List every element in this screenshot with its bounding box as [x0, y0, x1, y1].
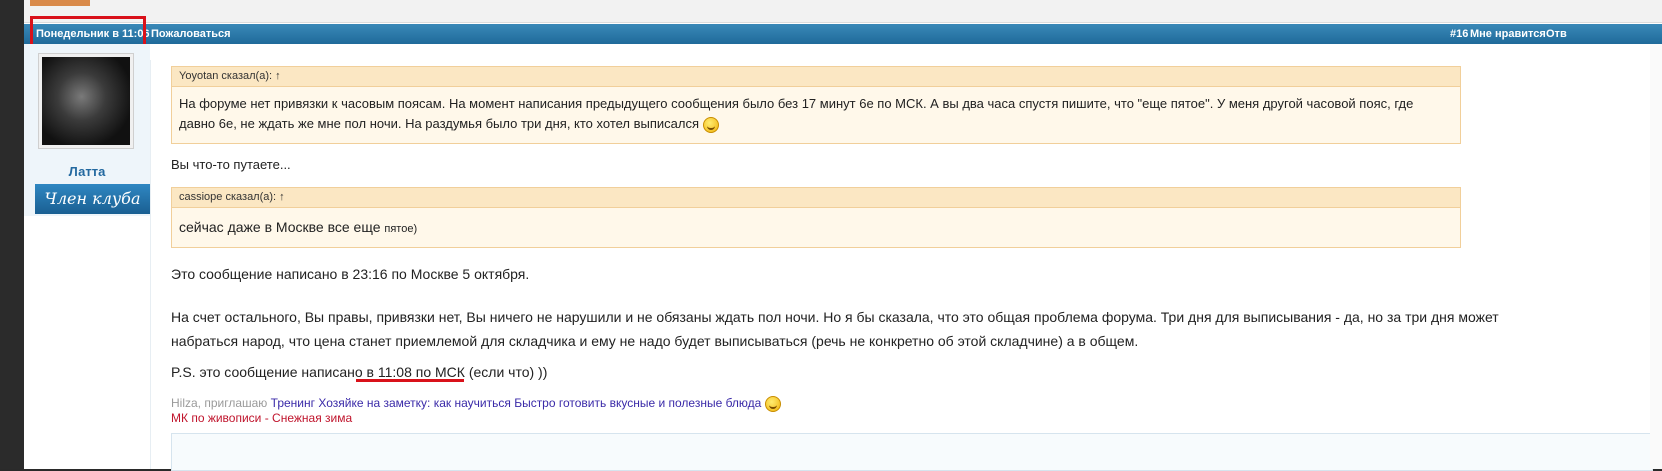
like-link[interactable]: Мне нравится [1470, 24, 1546, 44]
quote-body: сейчас даже в Москве все еще пятое) [172, 208, 1460, 248]
quote-text: сейчас даже в Москве все еще [179, 219, 381, 235]
signature-line: Hilza, приглашаю Тренинг Хозяйке на заме… [171, 396, 781, 412]
previous-post-bottom [24, 0, 1662, 23]
quote-text-small: пятое) [384, 223, 418, 235]
next-block [171, 433, 1653, 471]
smile-icon [702, 116, 719, 133]
window-left-edge [0, 0, 24, 469]
quote-header[interactable]: cassiope сказал(а): ↑ [172, 188, 1460, 208]
report-link[interactable]: Пожаловаться [151, 24, 231, 44]
message-line: Вы что-то путаете... [171, 157, 291, 172]
username[interactable]: Латта [24, 164, 150, 179]
quote-text: На форуме нет привязки к часовым поясам.… [179, 96, 1414, 131]
column-divider [150, 60, 151, 469]
post-number-link[interactable]: #16 [1450, 24, 1468, 44]
quote-block: Yoyotan сказал(а): ↑ На форуме нет привя… [171, 66, 1461, 144]
message-line: P.S. это сообщение написано в 11:08 по М… [171, 364, 548, 380]
avatar[interactable] [38, 53, 134, 149]
time-highlight-underline [356, 379, 464, 382]
reply-link[interactable]: Отв [1546, 24, 1567, 44]
message-line: Это сообщение написано в 23:16 по Москве… [171, 266, 530, 282]
right-edge [1650, 44, 1662, 469]
quote-block: cassiope сказал(а): ↑ сейчас даже в Моск… [171, 187, 1461, 248]
quote-header[interactable]: Yoyotan сказал(а): ↑ [172, 67, 1460, 87]
forum-page: Понедельник в 11:06 Пожаловаться #16 Мне… [0, 0, 1662, 471]
signature-link[interactable]: Тренинг Хозяйке на заметку: как научитьс… [271, 396, 762, 410]
date-highlight-box [30, 16, 146, 47]
previous-post-accent [30, 0, 90, 6]
message-paragraph: На счет остального, Вы правы, привязки н… [171, 309, 1499, 349]
user-rank-badge: Член клуба [35, 184, 150, 214]
avatar-image [42, 57, 130, 145]
quote-body: На форуме нет привязки к часовым поясам.… [172, 87, 1460, 141]
signature-link[interactable]: МК по живописи - Снежная зима [171, 411, 352, 425]
signature-prefix: Hilza, приглашаю [171, 396, 268, 411]
wink-icon [764, 396, 781, 412]
post-header-bar: Понедельник в 11:06 Пожаловаться #16 Мне… [24, 24, 1662, 44]
